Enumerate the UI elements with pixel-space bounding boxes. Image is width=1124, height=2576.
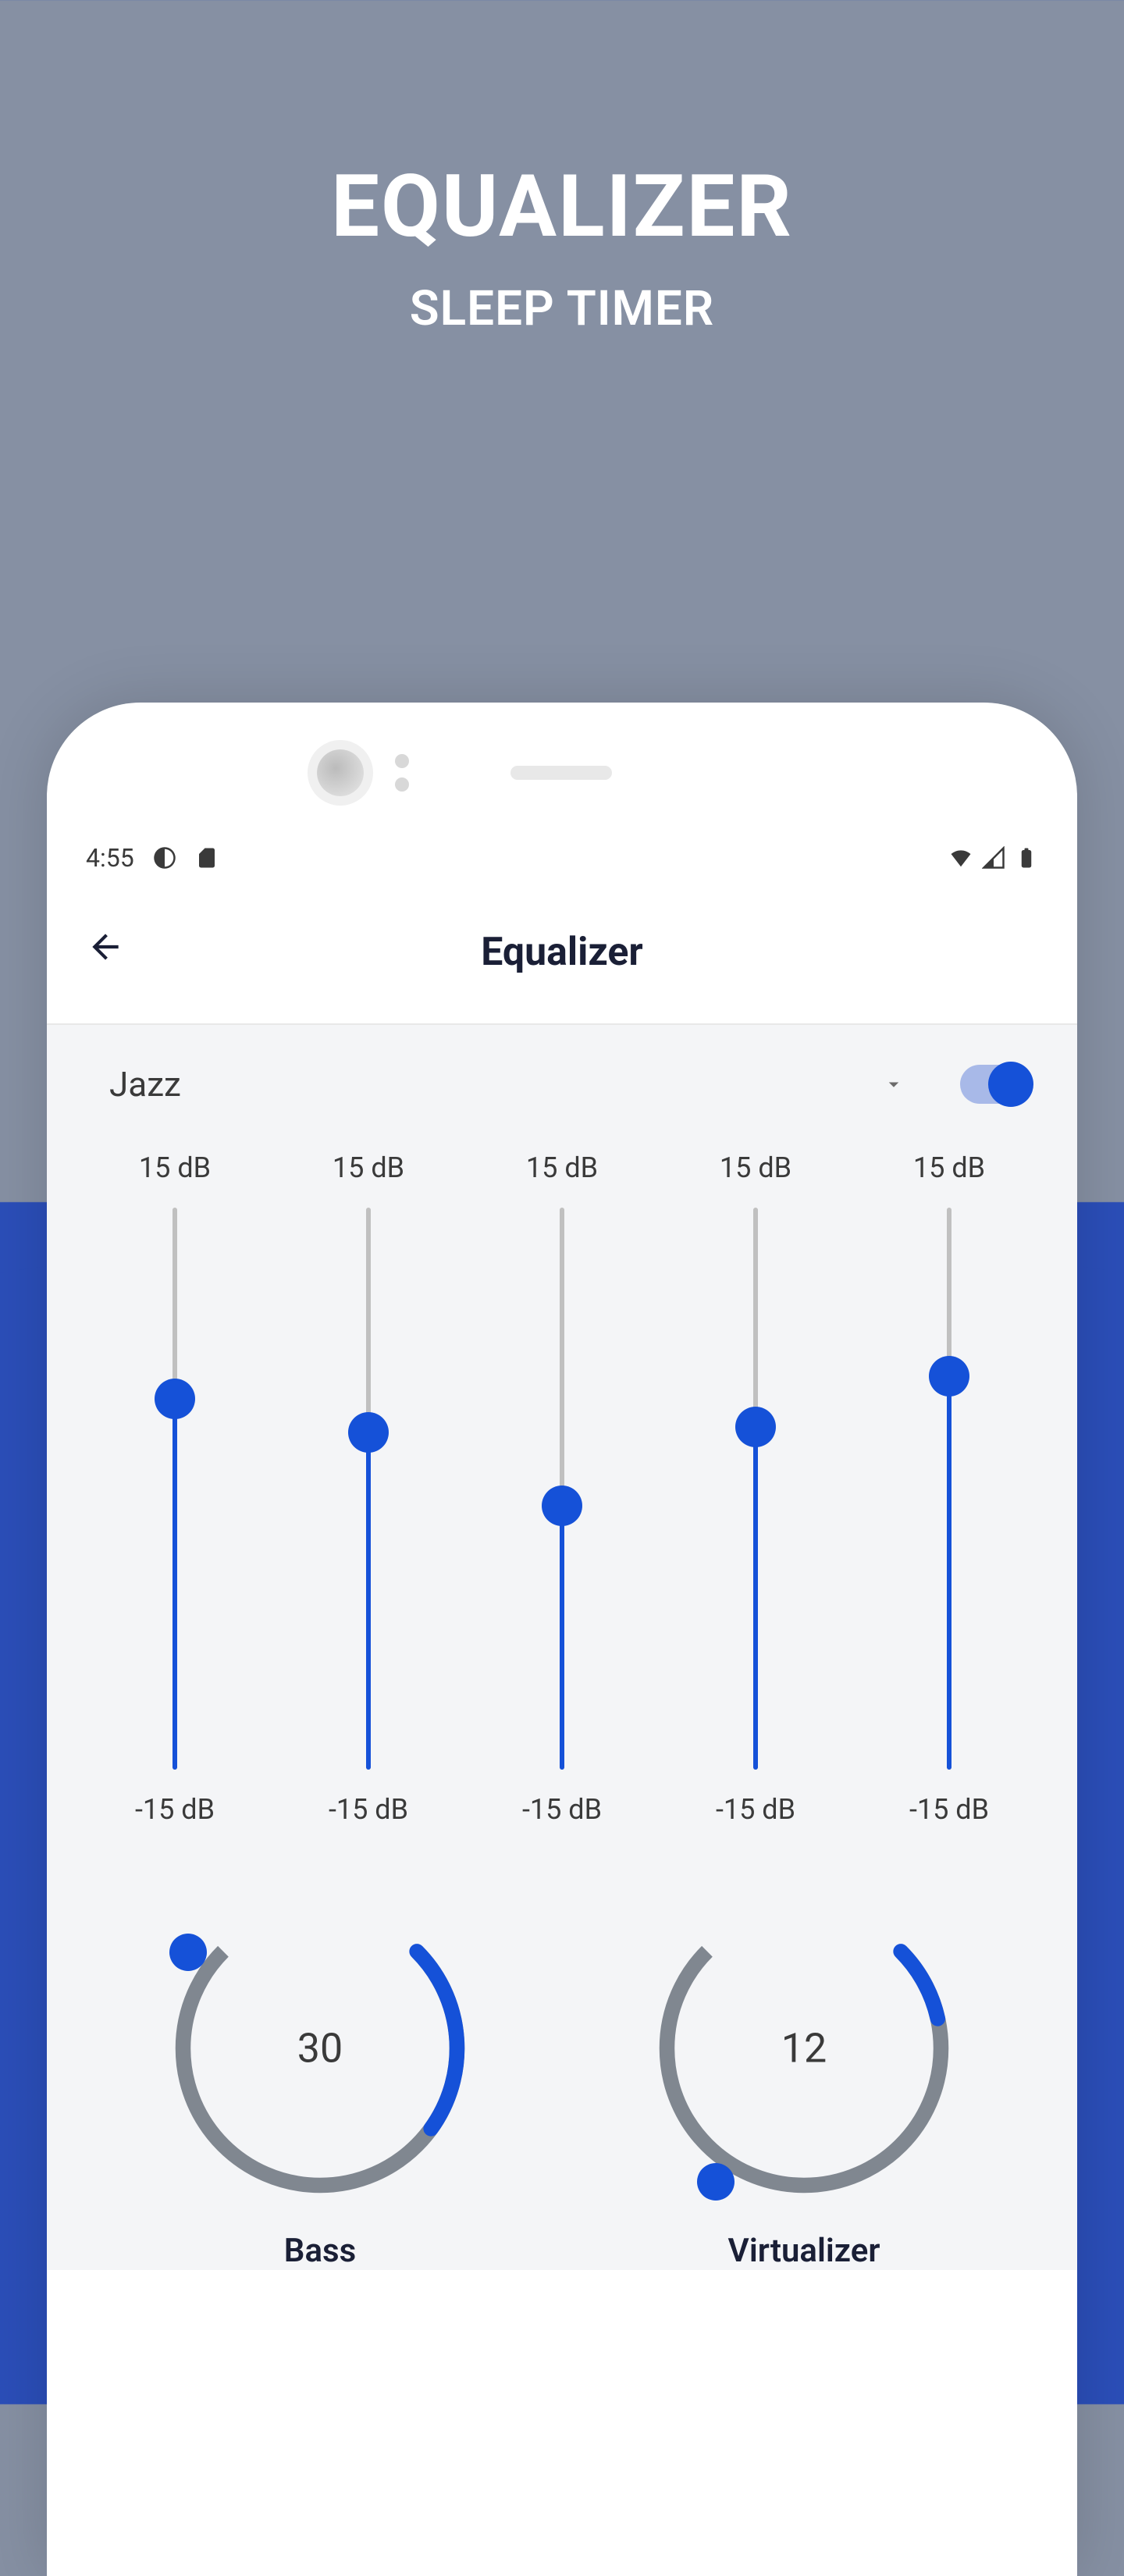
bass-value: 30 (297, 2025, 343, 2073)
chevron-down-icon (882, 1073, 905, 1096)
slider-fill (560, 1506, 564, 1770)
preset-dropdown[interactable]: Jazz (109, 1064, 905, 1105)
content-area: Jazz 15 dB -15 dB 15 dB (47, 1025, 1077, 2270)
toggle-thumb-icon (988, 1062, 1033, 1107)
eq-band-5: 15 dB -15 dB (862, 1151, 1036, 1826)
status-time: 4:55 (86, 843, 134, 873)
min-db-label: -15 dB (716, 1793, 795, 1826)
knob-thumb-icon (697, 2163, 735, 2201)
virtualizer-label: Virtualizer (728, 2232, 880, 2270)
sensor-dot-icon (395, 754, 409, 768)
app-header: Equalizer (47, 896, 1077, 1023)
eq-band-2: 15 dB -15 dB (281, 1151, 455, 1826)
slider-thumb-icon (735, 1407, 776, 1447)
eq-band-3: 15 dB -15 dB (475, 1151, 649, 1826)
slider-fill (947, 1376, 951, 1770)
max-db-label: 15 dB (526, 1151, 598, 1184)
bass-knob[interactable]: 30 (168, 1896, 472, 2201)
min-db-label: -15 dB (909, 1793, 989, 1826)
knob-thumb-icon (169, 1934, 207, 1971)
eq-slider-4[interactable] (753, 1208, 758, 1770)
slider-thumb-icon (929, 1356, 969, 1397)
slider-thumb-icon (348, 1412, 389, 1453)
slider-fill (366, 1432, 371, 1770)
speaker-icon (510, 766, 612, 780)
phone-notch (47, 703, 1077, 796)
eq-slider-5[interactable] (947, 1208, 951, 1770)
eq-bands: 15 dB -15 dB 15 dB -15 dB 15 dB (78, 1136, 1046, 1857)
max-db-label: 15 dB (720, 1151, 791, 1184)
slider-thumb-icon (155, 1379, 195, 1419)
camera-icon (317, 749, 364, 796)
min-db-label: -15 dB (135, 1793, 215, 1826)
max-db-label: 15 dB (913, 1151, 985, 1184)
eq-band-4: 15 dB -15 dB (668, 1151, 842, 1826)
eq-slider-1[interactable] (173, 1208, 177, 1770)
max-db-label: 15 dB (139, 1151, 211, 1184)
cell-signal-icon (982, 846, 1005, 870)
knobs-row: 30 Bass 12 Virtualizer (78, 1857, 1046, 2270)
slider-fill (753, 1427, 758, 1770)
preset-selected-label: Jazz (109, 1064, 181, 1105)
eq-toggle[interactable] (960, 1065, 1030, 1104)
promo-title: EQUALIZER (0, 156, 1124, 257)
page-title: Equalizer (481, 930, 642, 975)
eq-band-1: 15 dB -15 dB (87, 1151, 261, 1826)
wifi-icon (949, 846, 973, 870)
bass-label: Bass (284, 2232, 356, 2270)
max-db-label: 15 dB (333, 1151, 404, 1184)
sensor-dot-icon (395, 777, 409, 792)
back-button[interactable] (86, 927, 125, 977)
slider-thumb-icon (542, 1485, 582, 1526)
app-status-icon (153, 846, 176, 870)
min-db-label: -15 dB (329, 1793, 408, 1826)
min-db-label: -15 dB (522, 1793, 602, 1826)
virtualizer-knob[interactable]: 12 (652, 1896, 956, 2201)
slider-fill (173, 1399, 177, 1770)
status-bar: 4:55 (47, 796, 1077, 896)
eq-slider-2[interactable] (366, 1208, 371, 1770)
eq-slider-3[interactable] (560, 1208, 564, 1770)
phone-frame: 4:55 Equalizer Jazz 15 dB (47, 703, 1077, 2576)
sd-card-icon (195, 846, 219, 870)
virtualizer-value: 12 (781, 2025, 827, 2073)
promo-subtitle: SLEEP TIMER (0, 280, 1124, 337)
arrow-left-icon (86, 927, 125, 966)
battery-icon (1015, 846, 1038, 870)
